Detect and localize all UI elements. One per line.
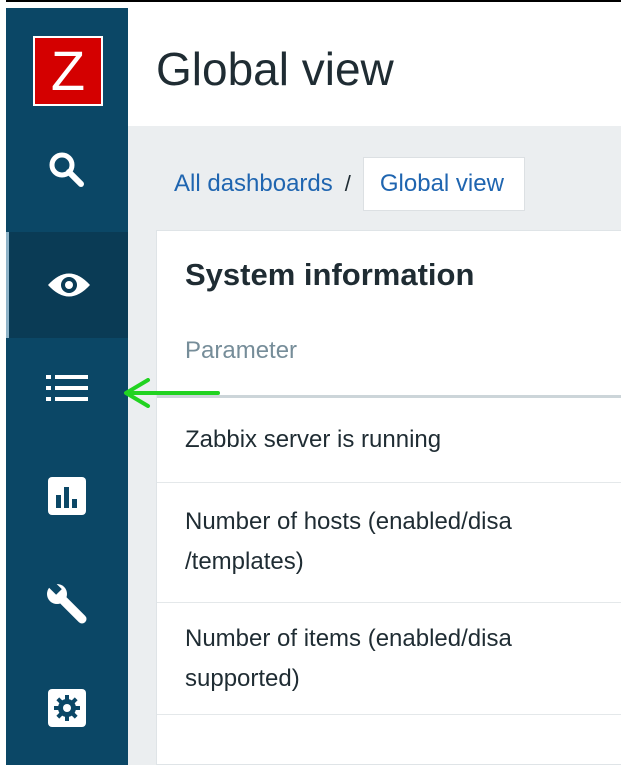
column-header-parameter: Parameter <box>185 337 298 364</box>
list-icon <box>46 374 88 402</box>
gear-icon <box>48 689 86 727</box>
sidebar-item-inventory[interactable] <box>6 348 128 428</box>
annotation-arrow-icon <box>124 378 220 408</box>
bar-chart-icon <box>48 477 86 515</box>
row-parameter: Number of items (enabled/disa supported) <box>185 625 512 692</box>
sidebar-item-configuration[interactable] <box>6 564 128 644</box>
sidebar-item-monitoring[interactable] <box>6 232 128 338</box>
zabbix-logo[interactable]: Z <box>33 36 103 106</box>
breadcrumb-current-dashboard[interactable]: Global view <box>362 157 525 211</box>
eye-icon <box>46 270 92 300</box>
breadcrumb-all-dashboards[interactable]: All dashboards <box>174 170 333 198</box>
sidebar: Z <box>6 8 128 765</box>
system-information-widget: System information Parameter Zabbix serv… <box>156 230 621 765</box>
table-row: Zabbix server is running <box>157 398 621 483</box>
sidebar-item-administration[interactable] <box>6 668 128 748</box>
breadcrumb-separator: / <box>344 171 351 196</box>
widget-title: System information <box>185 257 475 292</box>
row-parameter: Zabbix server is running <box>185 426 442 453</box>
top-border <box>0 0 621 2</box>
row-parameter: Number of hosts (enabled/disa /templates… <box>185 508 512 575</box>
page-header: Global view <box>128 8 621 126</box>
dashboard-content: All dashboards / Global view System info… <box>128 126 621 765</box>
table-row: Number of hosts (enabled/disa /templates… <box>157 483 621 603</box>
sidebar-item-search[interactable] <box>6 130 128 210</box>
table-row: Number of items (enabled/disa supported) <box>157 603 621 715</box>
page-title: Global view <box>156 43 394 95</box>
sidebar-item-reports[interactable] <box>6 456 128 536</box>
breadcrumb: All dashboards / Global view <box>174 157 525 211</box>
search-icon <box>47 150 87 190</box>
wrench-icon <box>45 582 89 626</box>
